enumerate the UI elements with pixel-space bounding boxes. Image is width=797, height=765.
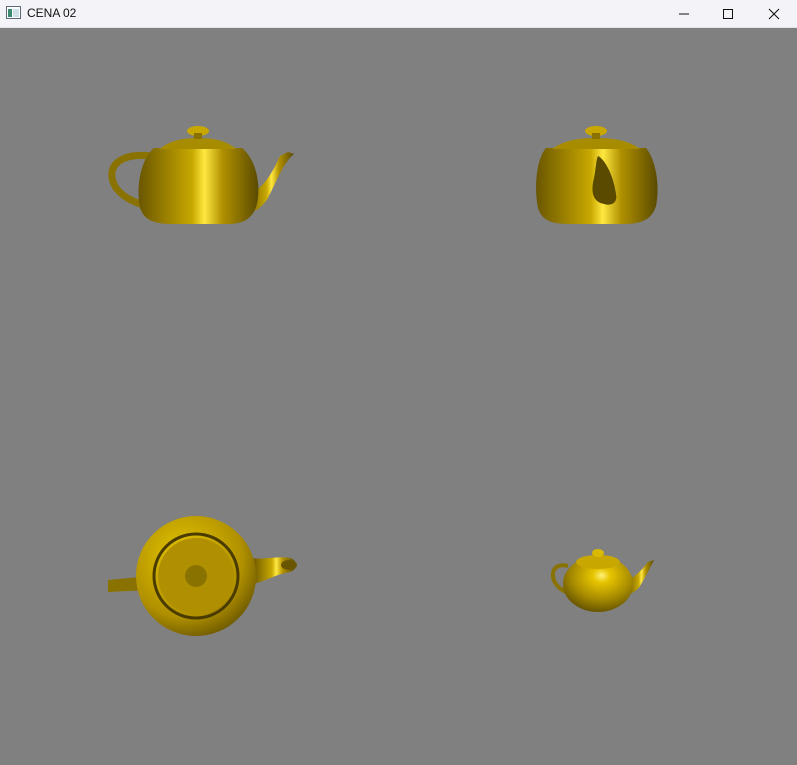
- teapot-scene: [108, 126, 658, 636]
- teapot-side-view: [108, 126, 294, 224]
- close-button[interactable]: [751, 0, 797, 27]
- teapot-top-view: [108, 516, 297, 636]
- render-viewport[interactable]: [0, 28, 797, 765]
- app-icon: [6, 6, 21, 19]
- teapot-front-view: [536, 126, 658, 224]
- app-window: CENA 02: [0, 0, 797, 765]
- close-icon: [768, 8, 780, 19]
- minimize-icon: [679, 13, 689, 14]
- window-title: CENA 02: [27, 6, 77, 20]
- title-bar[interactable]: CENA 02: [0, 0, 797, 28]
- maximize-icon: [723, 8, 733, 19]
- minimize-button[interactable]: [661, 0, 707, 27]
- teapot-small-perspective-view: [550, 549, 654, 612]
- maximize-button[interactable]: [705, 0, 751, 27]
